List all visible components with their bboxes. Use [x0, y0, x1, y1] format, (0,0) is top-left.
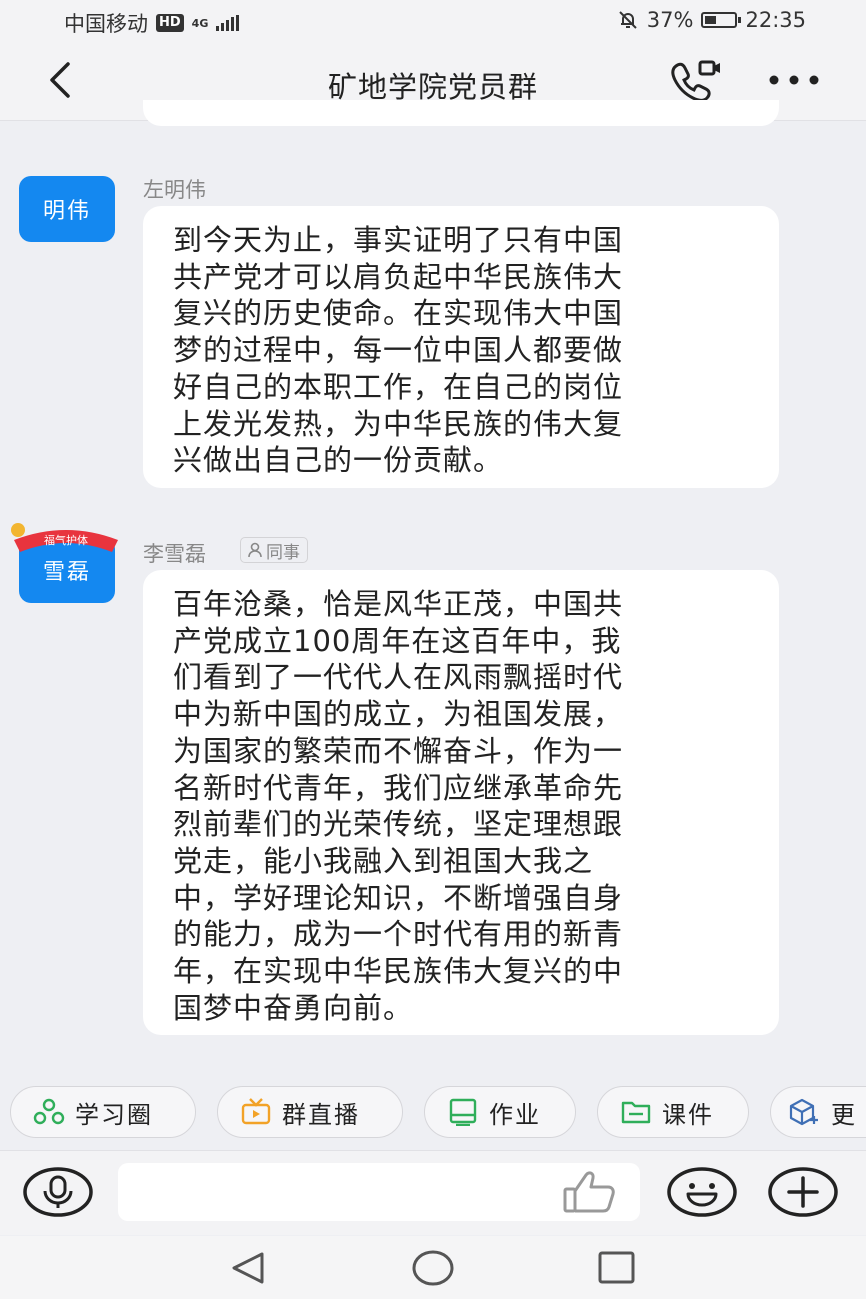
action-label: 更 — [831, 1100, 857, 1129]
signal-icon — [216, 15, 240, 31]
previous-message-bubble — [143, 100, 779, 126]
homework-icon — [449, 1098, 477, 1126]
plus-icon[interactable] — [767, 1166, 839, 1218]
group-live-button[interactable]: 群直播 — [217, 1086, 403, 1138]
status-right: 37% 22:35 — [617, 8, 806, 32]
message-input-bar — [0, 1150, 866, 1235]
microphone-icon[interactable] — [22, 1166, 94, 1218]
study-circle-icon — [33, 1098, 65, 1125]
message-line: 中为新中国的成立，为祖国发展， — [173, 697, 624, 732]
live-tv-icon — [241, 1098, 271, 1125]
mute-bell-icon — [619, 11, 637, 29]
thumbs-up-icon[interactable] — [562, 1169, 618, 1215]
folder-icon — [621, 1101, 651, 1124]
more-dots-icon[interactable] — [766, 66, 822, 94]
action-label: 作业 — [489, 1100, 541, 1129]
hd-badge: HD — [156, 14, 184, 32]
message-line: 烈前辈们的光荣传统，坚定理想跟 — [173, 807, 624, 842]
avatar-decoration-ribbon: 福气护体 — [11, 523, 118, 552]
status-left: 中国移动 HD 4G — [64, 8, 240, 38]
message-line: 兴做出自己的一份贡献。 — [173, 443, 504, 478]
avatar[interactable]: 明伟 — [19, 176, 115, 242]
person-icon — [248, 542, 262, 558]
carrier-name: 中国移动 — [64, 12, 148, 36]
message-line: 国梦中奋勇向前。 — [173, 990, 414, 1025]
message-line: 产党成立100周年在这百年中，我 — [173, 623, 622, 658]
phone-video-icon[interactable] — [668, 58, 724, 102]
sender-name: 李雪磊 — [143, 542, 206, 566]
homework-button[interactable]: 作业 — [424, 1086, 576, 1138]
message-line: 复兴的历史使命。在实现伟大中国 — [173, 296, 624, 331]
system-navigation-bar — [0, 1236, 866, 1299]
action-label: 学习圈 — [75, 1100, 153, 1129]
message-line: 百年沧桑，恰是风华正茂，中国共 — [173, 587, 624, 621]
battery-icon — [701, 12, 742, 28]
triangle-back-icon[interactable] — [228, 1250, 268, 1286]
circle-home-icon[interactable] — [411, 1248, 455, 1288]
status-bar: 中国移动 HD 4G 37% 22:35 — [0, 0, 866, 40]
message-line: 共产党才可以肩负起中华民族伟大 — [173, 259, 624, 294]
network-type: 4G — [191, 16, 209, 30]
sender-name: 左明伟 — [143, 178, 206, 202]
clock: 22:35 — [745, 8, 806, 32]
more-tools-button[interactable]: 更 — [770, 1086, 866, 1138]
message-line: 中，学好理论知识，不断增强自身 — [173, 880, 624, 915]
tag-label: 同事 — [266, 542, 300, 563]
square-recents-icon[interactable] — [597, 1250, 637, 1286]
message-line: 为国家的繁荣而不懈奋斗，作为一 — [173, 733, 624, 768]
message-line: 好自己的本职工作，在自己的岗位 — [173, 369, 624, 404]
message-line: 梦的过程中，每一位中国人都要做 — [173, 333, 624, 368]
message-line: 上发光发热，为中华民族的伟大复 — [173, 406, 624, 441]
message-line: 党走，能小我融入到祖国大我之 — [173, 843, 594, 878]
battery-percent: 37% — [646, 8, 694, 32]
action-label: 课件 — [662, 1100, 714, 1129]
quick-action-bar: 学习圈 群直播 作业 课件 更 — [0, 1082, 866, 1144]
courseware-button[interactable]: 课件 — [597, 1086, 749, 1138]
message-line: 的能力，成为一个时代有用的新青 — [173, 917, 624, 952]
message-line: 年，在实现中华民族伟大复兴的中 — [173, 954, 624, 989]
sender-tag: 同事 — [240, 537, 308, 563]
smile-icon[interactable] — [666, 1166, 738, 1218]
study-circle-button[interactable]: 学习圈 — [10, 1086, 196, 1138]
message-line: 名新时代青年，我们应继承革命先 — [173, 770, 624, 805]
action-label: 群直播 — [282, 1100, 360, 1129]
message-bubble[interactable]: 百年沧桑，恰是风华正茂，中国共 产党成立100周年在这百年中，我 们看到了一代代… — [143, 570, 779, 1035]
message-line: 到今天为止，事实证明了只有中国 — [173, 223, 624, 257]
cube-add-icon — [789, 1098, 818, 1126]
avatar-decoration-text: 福气护体 — [44, 533, 88, 547]
message-line: 们看到了一代代人在风雨飘摇时代 — [173, 660, 624, 695]
message-bubble[interactable]: 到今天为止，事实证明了只有中国 共产党才可以肩负起中华民族伟大 复兴的历史使命。… — [143, 206, 779, 488]
